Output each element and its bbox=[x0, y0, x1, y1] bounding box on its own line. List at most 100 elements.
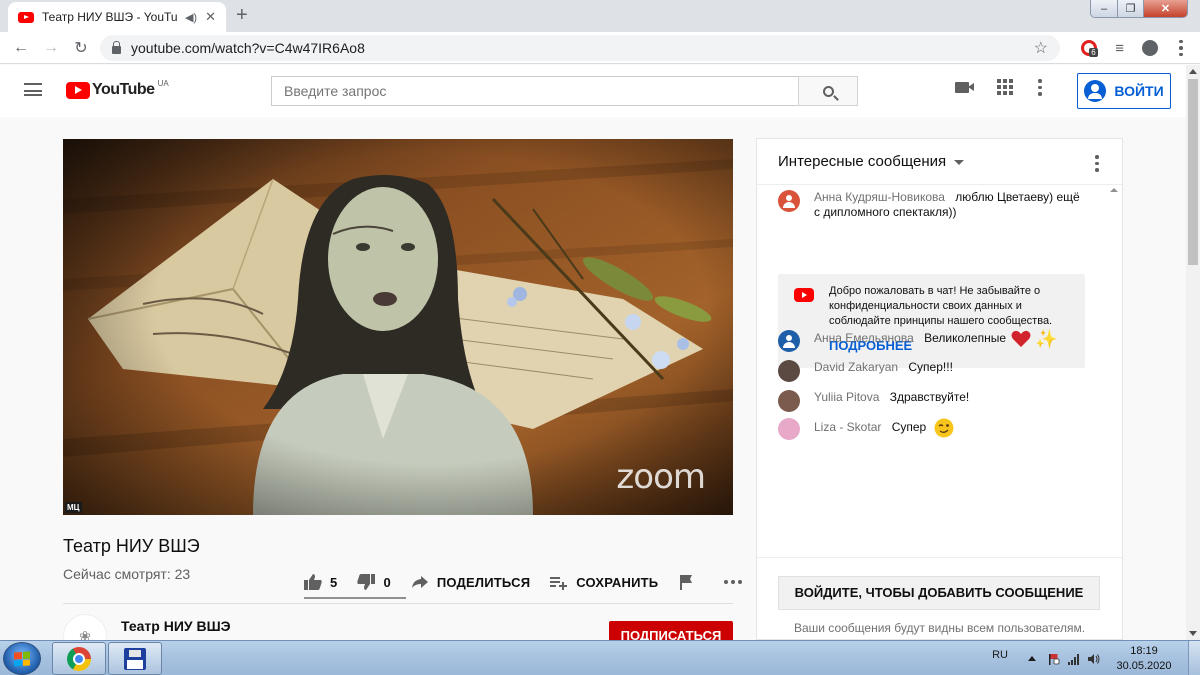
language-indicator[interactable]: RU bbox=[992, 649, 1008, 661]
message-author[interactable]: Анна Кудряш-Новикова bbox=[814, 190, 945, 204]
chrome-menu-icon[interactable] bbox=[1176, 39, 1186, 57]
chat-signin-button[interactable]: ВОЙДИТЕ, ЧТОБЫ ДОБАВИТЬ СООБЩЕНИЕ bbox=[778, 576, 1100, 610]
account-icon bbox=[1084, 80, 1107, 102]
youtube-logo[interactable]: YouTube UA bbox=[66, 78, 169, 99]
welcome-text: Добро пожаловать в чат! Не забывайте о к… bbox=[829, 285, 1053, 327]
chat-mode-label: Интересные сообщения bbox=[778, 153, 947, 170]
message-text: Супер bbox=[891, 420, 927, 435]
forward-icon[interactable]: → bbox=[36, 39, 66, 57]
avatar[interactable] bbox=[778, 360, 800, 382]
window-controls: – ❐ ✕ bbox=[1090, 0, 1188, 18]
browser-tab[interactable]: Театр НИУ ВШЭ - YouTube ◀) ✕ bbox=[8, 2, 226, 32]
flag-icon bbox=[680, 575, 693, 590]
back-icon[interactable]: ← bbox=[6, 39, 36, 57]
save-button[interactable]: СОХРАНИТЬ bbox=[550, 574, 658, 590]
tab-title: Театр НИУ ВШЭ - YouTube bbox=[42, 10, 177, 24]
chat-scrollbar[interactable] bbox=[1106, 186, 1122, 576]
bookmark-star-icon[interactable]: ☆ bbox=[1034, 38, 1048, 58]
action-center-flag-icon[interactable] bbox=[1048, 653, 1060, 665]
avatar[interactable] bbox=[778, 330, 800, 352]
volume-icon[interactable] bbox=[1088, 653, 1100, 665]
url-text[interactable]: youtube.com/watch?v=C4w47IR6Ao8 bbox=[131, 40, 1034, 56]
floppy-disk-icon bbox=[124, 647, 146, 670]
report-button[interactable] bbox=[678, 574, 696, 590]
like-count: 5 bbox=[330, 574, 338, 590]
share-icon bbox=[411, 576, 428, 588]
new-tab-button[interactable]: + bbox=[236, 5, 248, 25]
chat-footer: ВОЙДИТЕ, ЧТОБЫ ДОБАВИТЬ СООБЩЕНИЕ Ваши с… bbox=[757, 557, 1122, 641]
window-close-button[interactable]: ✕ bbox=[1143, 0, 1187, 17]
taskbar-clock[interactable]: 18:19 30.05.2020 bbox=[1108, 644, 1180, 674]
avatar[interactable] bbox=[778, 390, 800, 412]
media-controls-icon[interactable]: ≡ bbox=[1115, 40, 1124, 57]
minimize-button[interactable]: – bbox=[1091, 0, 1117, 17]
message-text: Великолепные bbox=[924, 331, 1006, 346]
search-button[interactable] bbox=[798, 76, 858, 106]
logo-text: YouTube bbox=[92, 81, 155, 98]
scroll-up-icon[interactable] bbox=[1189, 69, 1197, 74]
dislike-button[interactable]: 0 bbox=[357, 574, 391, 590]
chat-scroll-up-icon[interactable] bbox=[1110, 188, 1118, 192]
tab-close-icon[interactable]: ✕ bbox=[205, 9, 216, 25]
message-text-continued: с дипломного спектакля)) bbox=[814, 205, 957, 219]
page-scrollbar[interactable] bbox=[1186, 65, 1200, 640]
toolbar-right: 6 ≡ bbox=[1081, 32, 1200, 64]
create-video-icon[interactable] bbox=[955, 81, 974, 93]
like-ratio-bar bbox=[304, 597, 406, 599]
start-button[interactable] bbox=[3, 642, 41, 675]
youtube-header: YouTube UA ВОЙТИ bbox=[0, 65, 1186, 117]
winking-face-emoji-icon bbox=[934, 418, 954, 438]
message-text: люблю Цветаеву) ещё bbox=[955, 190, 1080, 204]
chevron-down-icon[interactable] bbox=[954, 160, 965, 165]
lock-icon bbox=[112, 40, 121, 54]
chat-menu-icon[interactable] bbox=[1092, 155, 1102, 172]
video-player[interactable]: zoom МЦ bbox=[63, 139, 733, 515]
message-author[interactable]: David Zakaryan bbox=[814, 360, 898, 374]
show-hidden-icons-icon[interactable] bbox=[1028, 656, 1036, 661]
channel-name[interactable]: Театр НИУ ВШЭ bbox=[121, 618, 231, 634]
like-button[interactable]: 5 bbox=[304, 574, 337, 590]
message-author[interactable]: Анна Емельянова bbox=[814, 331, 914, 345]
extension-badge: 6 bbox=[1089, 48, 1098, 57]
divider bbox=[63, 603, 733, 604]
youtube-icon bbox=[794, 288, 814, 302]
profile-icon[interactable] bbox=[1142, 40, 1158, 56]
avatar[interactable] bbox=[778, 418, 800, 440]
clock-date: 30.05.2020 bbox=[1116, 659, 1172, 672]
message-author[interactable]: Yuliia Pitova bbox=[814, 390, 879, 404]
browser-tabstrip: Театр НИУ ВШЭ - YouTube ◀) ✕ + – ❐ ✕ bbox=[0, 0, 1200, 32]
add-to-playlist-icon bbox=[550, 577, 568, 590]
message-text: Супер!!! bbox=[908, 360, 953, 374]
chat-visibility-note: Ваши сообщения будут видны всем пользова… bbox=[793, 621, 1086, 635]
signin-button[interactable]: ВОЙТИ bbox=[1077, 73, 1171, 109]
restore-button[interactable]: ❐ bbox=[1117, 0, 1143, 17]
settings-menu-icon[interactable] bbox=[1035, 79, 1045, 96]
network-signal-icon[interactable] bbox=[1068, 653, 1080, 665]
subscribe-button[interactable]: ПОДПИСАТЬСЯ bbox=[609, 621, 733, 640]
share-button[interactable]: ПОДЕЛИТЬСЯ bbox=[411, 574, 530, 590]
zoom-watermark: zoom bbox=[616, 457, 706, 497]
apps-icon[interactable] bbox=[997, 79, 1013, 96]
reload-icon[interactable]: ↻ bbox=[66, 38, 96, 58]
chat-message: Yuliia Pitova Здравствуйте! bbox=[778, 390, 969, 412]
taskbar-chrome[interactable] bbox=[52, 642, 106, 675]
chat-message: David Zakaryan Супер!!! bbox=[778, 360, 953, 382]
search-input[interactable] bbox=[271, 76, 798, 106]
scroll-thumb[interactable] bbox=[1188, 79, 1198, 265]
menu-icon[interactable] bbox=[24, 83, 42, 96]
chrome-icon bbox=[67, 646, 91, 671]
scroll-down-icon[interactable] bbox=[1189, 631, 1197, 636]
extension-icon[interactable]: 6 bbox=[1081, 40, 1098, 57]
show-desktop-button[interactable] bbox=[1188, 641, 1200, 675]
taskbar-save-app[interactable] bbox=[108, 642, 162, 675]
audio-playing-icon[interactable]: ◀) bbox=[185, 11, 197, 24]
message-author[interactable]: Liza - Skotar bbox=[814, 420, 881, 434]
chat-message: Анна Емельянова Великолепные ✨ bbox=[778, 330, 1058, 352]
address-bar[interactable]: youtube.com/watch?v=C4w47IR6Ao8 ☆ bbox=[100, 35, 1060, 61]
avatar[interactable] bbox=[778, 190, 800, 212]
chat-header[interactable]: Интересные сообщения bbox=[757, 139, 1122, 185]
logo-region: UA bbox=[157, 78, 169, 88]
viewer-count: Сейчас смотрят: 23 bbox=[63, 566, 191, 582]
corner-badge: МЦ bbox=[65, 502, 82, 513]
more-actions-icon[interactable] bbox=[724, 580, 743, 584]
